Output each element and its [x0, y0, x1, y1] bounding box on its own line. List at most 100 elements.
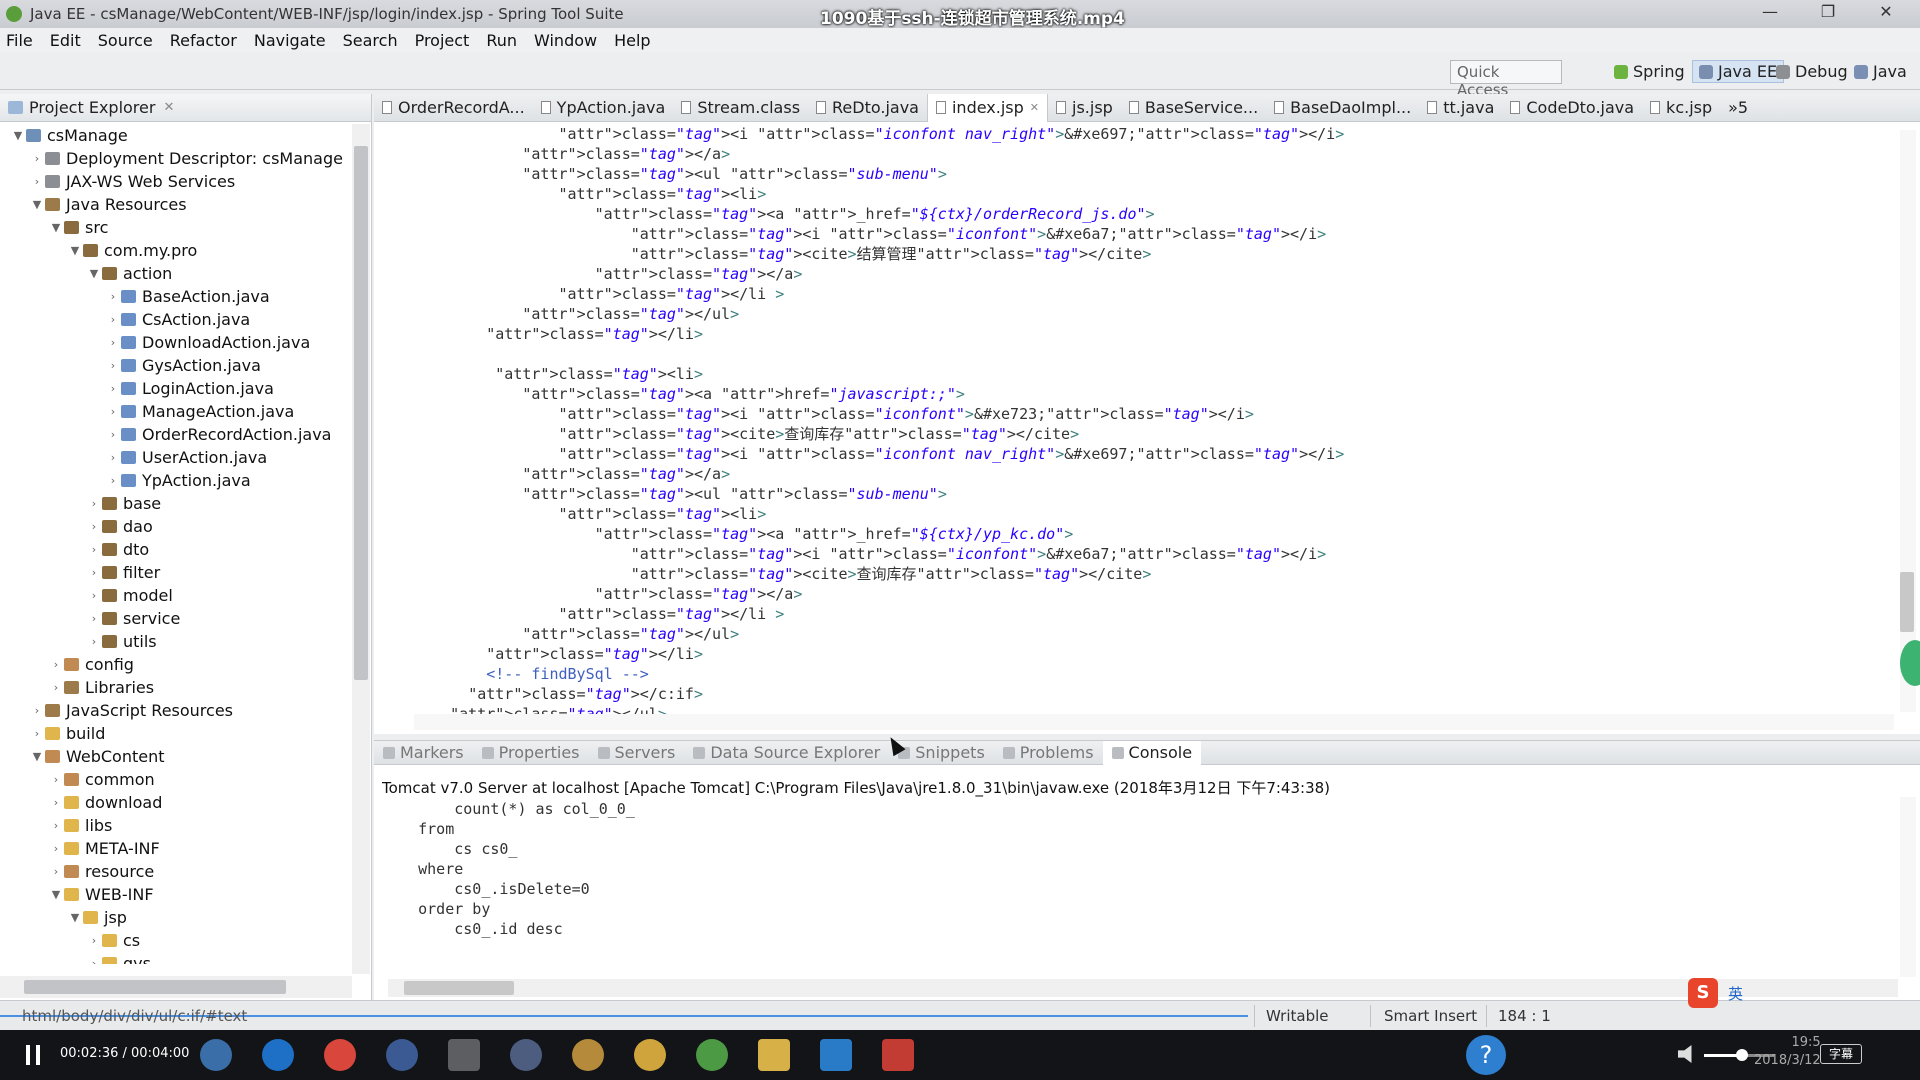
close-view-icon[interactable]: ✕	[163, 100, 174, 115]
help-icon[interactable]: ?	[1466, 1035, 1506, 1075]
tree-item[interactable]: › build	[0, 722, 352, 745]
perspective-debug[interactable]: Debug	[1776, 62, 1848, 81]
chevron-down-icon[interactable]: ▼	[67, 911, 83, 924]
chevron-down-icon[interactable]: ▼	[67, 244, 83, 257]
chevron-down-icon[interactable]: ▼	[29, 750, 45, 763]
chevron-right-icon[interactable]: ›	[86, 612, 102, 625]
console-output[interactable]: count(*) as col_0_0_ from cs cs0_ where …	[382, 799, 635, 939]
tree-item[interactable]: ▼ Java Resources	[0, 193, 352, 216]
menu-navigate[interactable]: Navigate	[254, 31, 326, 50]
chevron-right-icon[interactable]: ›	[48, 658, 64, 671]
editor-tab[interactable]: BaseService...	[1121, 98, 1266, 117]
menu-source[interactable]: Source	[98, 31, 153, 50]
subtitle-button[interactable]: 字幕	[1820, 1044, 1862, 1064]
pen-app-icon[interactable]	[386, 1039, 418, 1071]
ie-icon[interactable]	[262, 1039, 294, 1071]
pause-button[interactable]	[20, 1043, 46, 1067]
volume-slider-knob[interactable]	[1736, 1049, 1748, 1061]
folder-icon[interactable]	[758, 1039, 790, 1071]
console-vscroll[interactable]	[1900, 797, 1916, 977]
ime-lang[interactable]: 英	[1728, 983, 1743, 1004]
tree-item[interactable]: › CsAction.java	[0, 308, 352, 331]
console-tab[interactable]: Problems	[994, 743, 1103, 762]
tree-item[interactable]: ▼ jsp	[0, 906, 352, 929]
editor-vscroll-thumb[interactable]	[1900, 572, 1914, 632]
tree-item[interactable]: ▼ WebContent	[0, 745, 352, 768]
tree-item[interactable]: › LoginAction.java	[0, 377, 352, 400]
tree-item[interactable]: › base	[0, 492, 352, 515]
chevron-right-icon[interactable]: ›	[48, 681, 64, 694]
editor-tab[interactable]: index.jsp ✕	[926, 93, 1048, 122]
tree-item[interactable]: ▼ WEB-INF	[0, 883, 352, 906]
volume-icon[interactable]	[1678, 1045, 1692, 1063]
tree-item[interactable]: ▼ action	[0, 262, 352, 285]
chevron-right-icon[interactable]: ›	[105, 382, 121, 395]
chevron-right-icon[interactable]: ›	[105, 428, 121, 441]
explorer-vscroll-thumb[interactable]	[354, 146, 368, 680]
menu-help[interactable]: Help	[614, 31, 650, 50]
tree-item[interactable]: › model	[0, 584, 352, 607]
perspective-javaee[interactable]: Java EE	[1692, 60, 1785, 83]
tree-item[interactable]: › DownloadAction.java	[0, 331, 352, 354]
chevron-right-icon[interactable]: ›	[29, 175, 45, 188]
menu-edit[interactable]: Edit	[50, 31, 81, 50]
tree-item[interactable]: › libs	[0, 814, 352, 837]
tree-item[interactable]: › filter	[0, 561, 352, 584]
chevron-right-icon[interactable]: ›	[86, 543, 102, 556]
editor-tab[interactable]: OrderRecordA...	[374, 98, 533, 117]
console-tab[interactable]: Snippets	[889, 743, 994, 762]
close-button[interactable]: ✕	[1866, 2, 1906, 24]
chevron-right-icon[interactable]: ›	[48, 865, 64, 878]
minimize-button[interactable]: —	[1750, 2, 1790, 24]
menu-project[interactable]: Project	[415, 31, 470, 50]
chevron-down-icon[interactable]: ▼	[10, 129, 26, 142]
tree-item[interactable]: › config	[0, 653, 352, 676]
tree-item[interactable]: › GysAction.java	[0, 354, 352, 377]
network-icon[interactable]	[510, 1039, 542, 1071]
chevron-right-icon[interactable]: ›	[105, 451, 121, 464]
skype-icon[interactable]	[200, 1039, 232, 1071]
tree-item[interactable]: › cs	[0, 929, 352, 952]
chevron-right-icon[interactable]: ›	[105, 359, 121, 372]
tree-item[interactable]: › META-INF	[0, 837, 352, 860]
console-tab[interactable]: Servers	[589, 743, 685, 762]
chevron-down-icon[interactable]: ▼	[29, 198, 45, 211]
console-tab[interactable]: Console	[1102, 740, 1202, 765]
chevron-right-icon[interactable]: ›	[29, 152, 45, 165]
tree-item[interactable]: › dao	[0, 515, 352, 538]
console-hscroll-thumb[interactable]	[404, 981, 514, 995]
chevron-right-icon[interactable]: ›	[86, 957, 102, 964]
chevron-right-icon[interactable]: ›	[48, 773, 64, 786]
chevron-right-icon[interactable]: ›	[86, 566, 102, 579]
menu-window[interactable]: Window	[534, 31, 597, 50]
close-tab-icon[interactable]: ✕	[1030, 101, 1039, 114]
tree-item[interactable]: › YpAction.java	[0, 469, 352, 492]
chevron-right-icon[interactable]: ›	[48, 819, 64, 832]
tree-item[interactable]: › download	[0, 791, 352, 814]
console-tab[interactable]: Markers	[374, 743, 473, 762]
menu-run[interactable]: Run	[486, 31, 517, 50]
tree-item[interactable]: › ManageAction.java	[0, 400, 352, 423]
chevron-right-icon[interactable]: ›	[48, 796, 64, 809]
recorder-icon[interactable]	[882, 1039, 914, 1071]
tree-item[interactable]: › Libraries	[0, 676, 352, 699]
console-tab[interactable]: Properties	[473, 743, 589, 762]
tree-item[interactable]: › service	[0, 607, 352, 630]
editor-hscroll[interactable]	[414, 714, 1894, 730]
menu-file[interactable]: File	[6, 31, 33, 50]
chevron-down-icon[interactable]: ▼	[48, 221, 64, 234]
chevron-down-icon[interactable]: ▼	[48, 888, 64, 901]
chevron-right-icon[interactable]: ›	[29, 727, 45, 740]
tree-item[interactable]: › gys	[0, 952, 352, 964]
console-hscroll[interactable]	[388, 979, 1898, 997]
qq-icon[interactable]	[572, 1039, 604, 1071]
tree-item[interactable]: › JAX-WS Web Services	[0, 170, 352, 193]
chrome-icon[interactable]	[324, 1039, 356, 1071]
chevron-down-icon[interactable]: ▼	[86, 267, 102, 280]
tab-overflow-button[interactable]: »5	[1720, 98, 1756, 117]
editor-tab[interactable]: YpAction.java	[533, 98, 674, 117]
chevron-right-icon[interactable]: ›	[105, 313, 121, 326]
perspective-java[interactable]: Java	[1854, 62, 1907, 81]
chevron-right-icon[interactable]: ›	[86, 520, 102, 533]
maximize-button[interactable]: ❐	[1808, 2, 1848, 24]
